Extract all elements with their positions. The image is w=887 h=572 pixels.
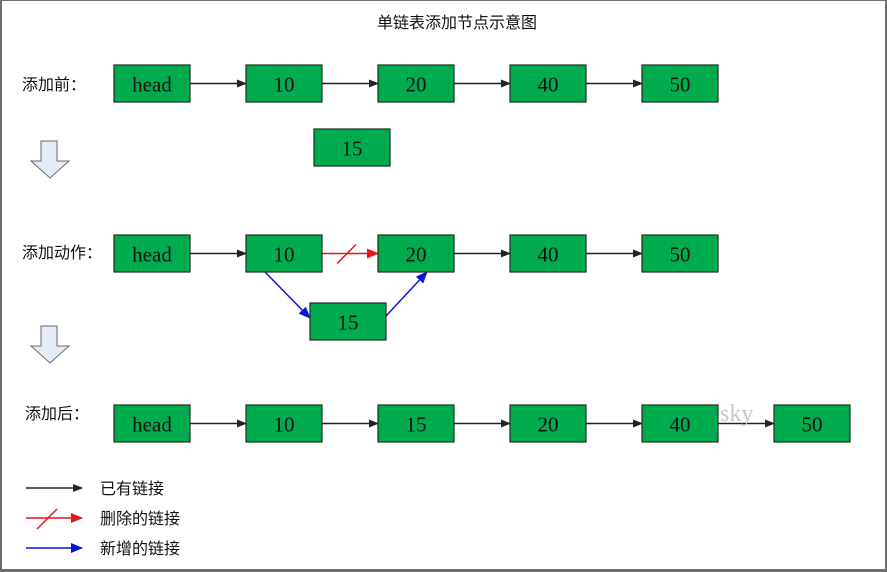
list-node-action: 20 — [377, 234, 455, 273]
row-label-after: 添加后： — [25, 404, 89, 423]
row-label-action: 添加动作： — [22, 243, 102, 262]
deleted-slash-icon — [36, 508, 58, 530]
new-link-arrow — [264, 271, 311, 319]
legend: 已有链接 删除的链接 新增的链接 — [26, 479, 180, 558]
node-value: 20 — [406, 243, 427, 267]
node-value: 10 — [274, 243, 295, 267]
new-link-arrow — [385, 271, 428, 317]
node-value: 50 — [670, 73, 691, 97]
list-node-action: 10 — [245, 234, 323, 273]
list-node-after: head — [113, 404, 191, 443]
down-arrow-icon — [29, 140, 71, 179]
node-value: 40 — [538, 73, 559, 97]
legend-label-new: 新增的链接 — [100, 539, 180, 558]
node-value: 20 — [406, 73, 427, 97]
list-node-after: 10 — [245, 404, 323, 443]
list-node-inserted: 15 — [309, 302, 387, 341]
legend-label-deleted: 删除的链接 — [100, 509, 180, 528]
list-node-action: head — [113, 234, 191, 273]
list-node-before: 40 — [509, 64, 587, 103]
node-value: 40 — [670, 413, 691, 437]
node-value: 15 — [342, 137, 363, 161]
linked-list-diagram: 单链表添加节点示意图 添加前： 添加动作： 添加后： head 10 20 40 50 1… — [22, 13, 851, 558]
list-node-after: 50 — [773, 404, 851, 443]
node-value: head — [132, 73, 172, 97]
node-value: 10 — [274, 413, 295, 437]
list-node-before: 50 — [641, 64, 719, 103]
list-node-action: 50 — [641, 234, 719, 273]
row-label-before: 添加前： — [22, 75, 86, 94]
list-node-action: 40 — [509, 234, 587, 273]
legend-item-new: 新增的链接 — [26, 539, 180, 558]
list-node-after: 15 — [377, 404, 455, 443]
list-node-after: 40 — [641, 404, 719, 443]
node-value: 15 — [406, 413, 427, 437]
node-value: 20 — [538, 413, 559, 437]
node-value: 15 — [338, 311, 359, 335]
legend-label-existing: 已有链接 — [100, 479, 164, 498]
watermark: sky — [720, 401, 753, 427]
diagram-title: 单链表添加节点示意图 — [377, 13, 537, 32]
node-value: head — [132, 243, 172, 267]
node-value: 50 — [802, 413, 823, 437]
node-value: 40 — [538, 243, 559, 267]
list-node-before: 10 — [245, 64, 323, 103]
legend-item-existing: 已有链接 — [26, 479, 164, 498]
list-node-before: 20 — [377, 64, 455, 103]
diagram-frame: 单链表添加节点示意图 添加前： 添加动作： 添加后： head 10 20 40 50 1… — [0, 0, 887, 572]
list-node-after: 20 — [509, 404, 587, 443]
down-arrow-icon — [29, 325, 71, 364]
list-node-before: head — [113, 64, 191, 103]
legend-item-deleted: 删除的链接 — [26, 508, 180, 530]
node-value: 50 — [670, 243, 691, 267]
list-node-new-floating: 15 — [313, 128, 391, 167]
node-value: head — [132, 413, 172, 437]
node-value: 10 — [274, 73, 295, 97]
